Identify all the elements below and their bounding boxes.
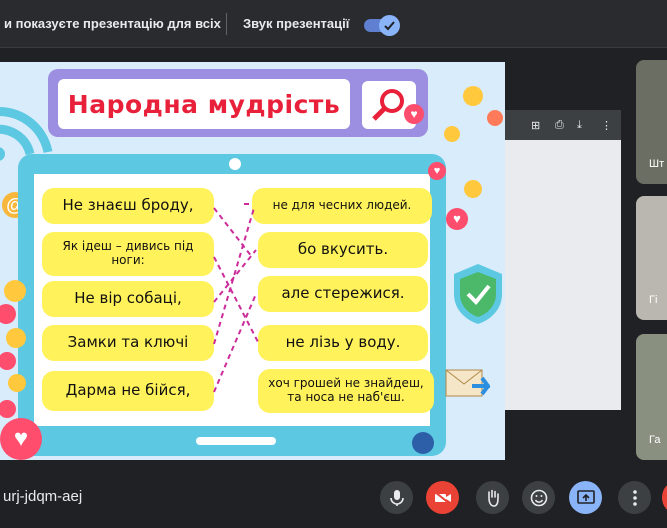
divider bbox=[226, 13, 227, 35]
heart-icon: ♥ bbox=[404, 104, 424, 124]
more-vert-icon[interactable]: ⋮ bbox=[601, 119, 612, 132]
participant-tile[interactable]: Га bbox=[636, 334, 667, 460]
camera-off-icon bbox=[433, 490, 451, 505]
presentation-sound-toggle[interactable] bbox=[364, 15, 400, 36]
camera-button[interactable] bbox=[426, 481, 459, 514]
meeting-code: urj-jdqm-aej bbox=[3, 488, 83, 505]
more-options-button[interactable] bbox=[618, 481, 651, 514]
more-icon bbox=[632, 489, 637, 506]
microphone-button[interactable] bbox=[380, 481, 413, 514]
check-icon bbox=[379, 15, 400, 36]
raise-hand-button[interactable] bbox=[476, 481, 509, 514]
print-icon[interactable]: ⎙ bbox=[555, 119, 564, 132]
document-toolbar: ⊞ ⎙ ⤓ ⋮ bbox=[505, 110, 621, 140]
emoji-icon bbox=[4, 280, 26, 302]
shared-document-panel bbox=[505, 110, 621, 410]
emoji-icon bbox=[530, 489, 547, 506]
like-heart-icon: ♥ bbox=[0, 418, 42, 460]
reactions-button[interactable] bbox=[522, 481, 555, 514]
emoji-icon bbox=[464, 180, 482, 198]
emoji-icon bbox=[444, 126, 460, 142]
meeting-toolbar: urj-jdqm-aej bbox=[0, 466, 667, 528]
emoji-icon bbox=[6, 328, 26, 348]
participant-tile[interactable]: Шт bbox=[636, 60, 667, 184]
microphone-icon bbox=[389, 489, 404, 506]
chip-icon bbox=[412, 432, 434, 454]
download-icon[interactable]: ⤓ bbox=[577, 119, 582, 132]
participant-name: Гі bbox=[649, 294, 658, 306]
shield-check-icon bbox=[454, 264, 502, 324]
presentation-banner: и показуєте презентацію для всіх Звук пр… bbox=[0, 0, 667, 48]
heart-icon: ♥ bbox=[446, 208, 468, 230]
participant-name: Шт bbox=[649, 158, 665, 170]
add-icon[interactable]: ⊞ bbox=[531, 119, 540, 132]
heart-icon: ♥ bbox=[428, 162, 446, 180]
participant-name: Га bbox=[649, 434, 661, 446]
emoji-icon bbox=[487, 110, 503, 126]
end-call-button[interactable] bbox=[662, 481, 667, 514]
raise-hand-icon bbox=[487, 489, 499, 507]
emoji-icon bbox=[463, 86, 483, 106]
presentation-sound-label: Звук презентації bbox=[243, 16, 350, 31]
present-icon bbox=[576, 490, 595, 504]
emoji-icon bbox=[8, 374, 26, 392]
mail-icon bbox=[444, 364, 492, 404]
present-button[interactable] bbox=[569, 481, 602, 514]
participant-tile[interactable]: Гі bbox=[636, 196, 667, 320]
matching-lines bbox=[213, 203, 259, 393]
presentation-slide: @ Народна мудрість Не знаєш броду, Як ід… bbox=[0, 62, 505, 460]
presenting-message: и показуєте презентацію для всіх bbox=[4, 16, 221, 31]
